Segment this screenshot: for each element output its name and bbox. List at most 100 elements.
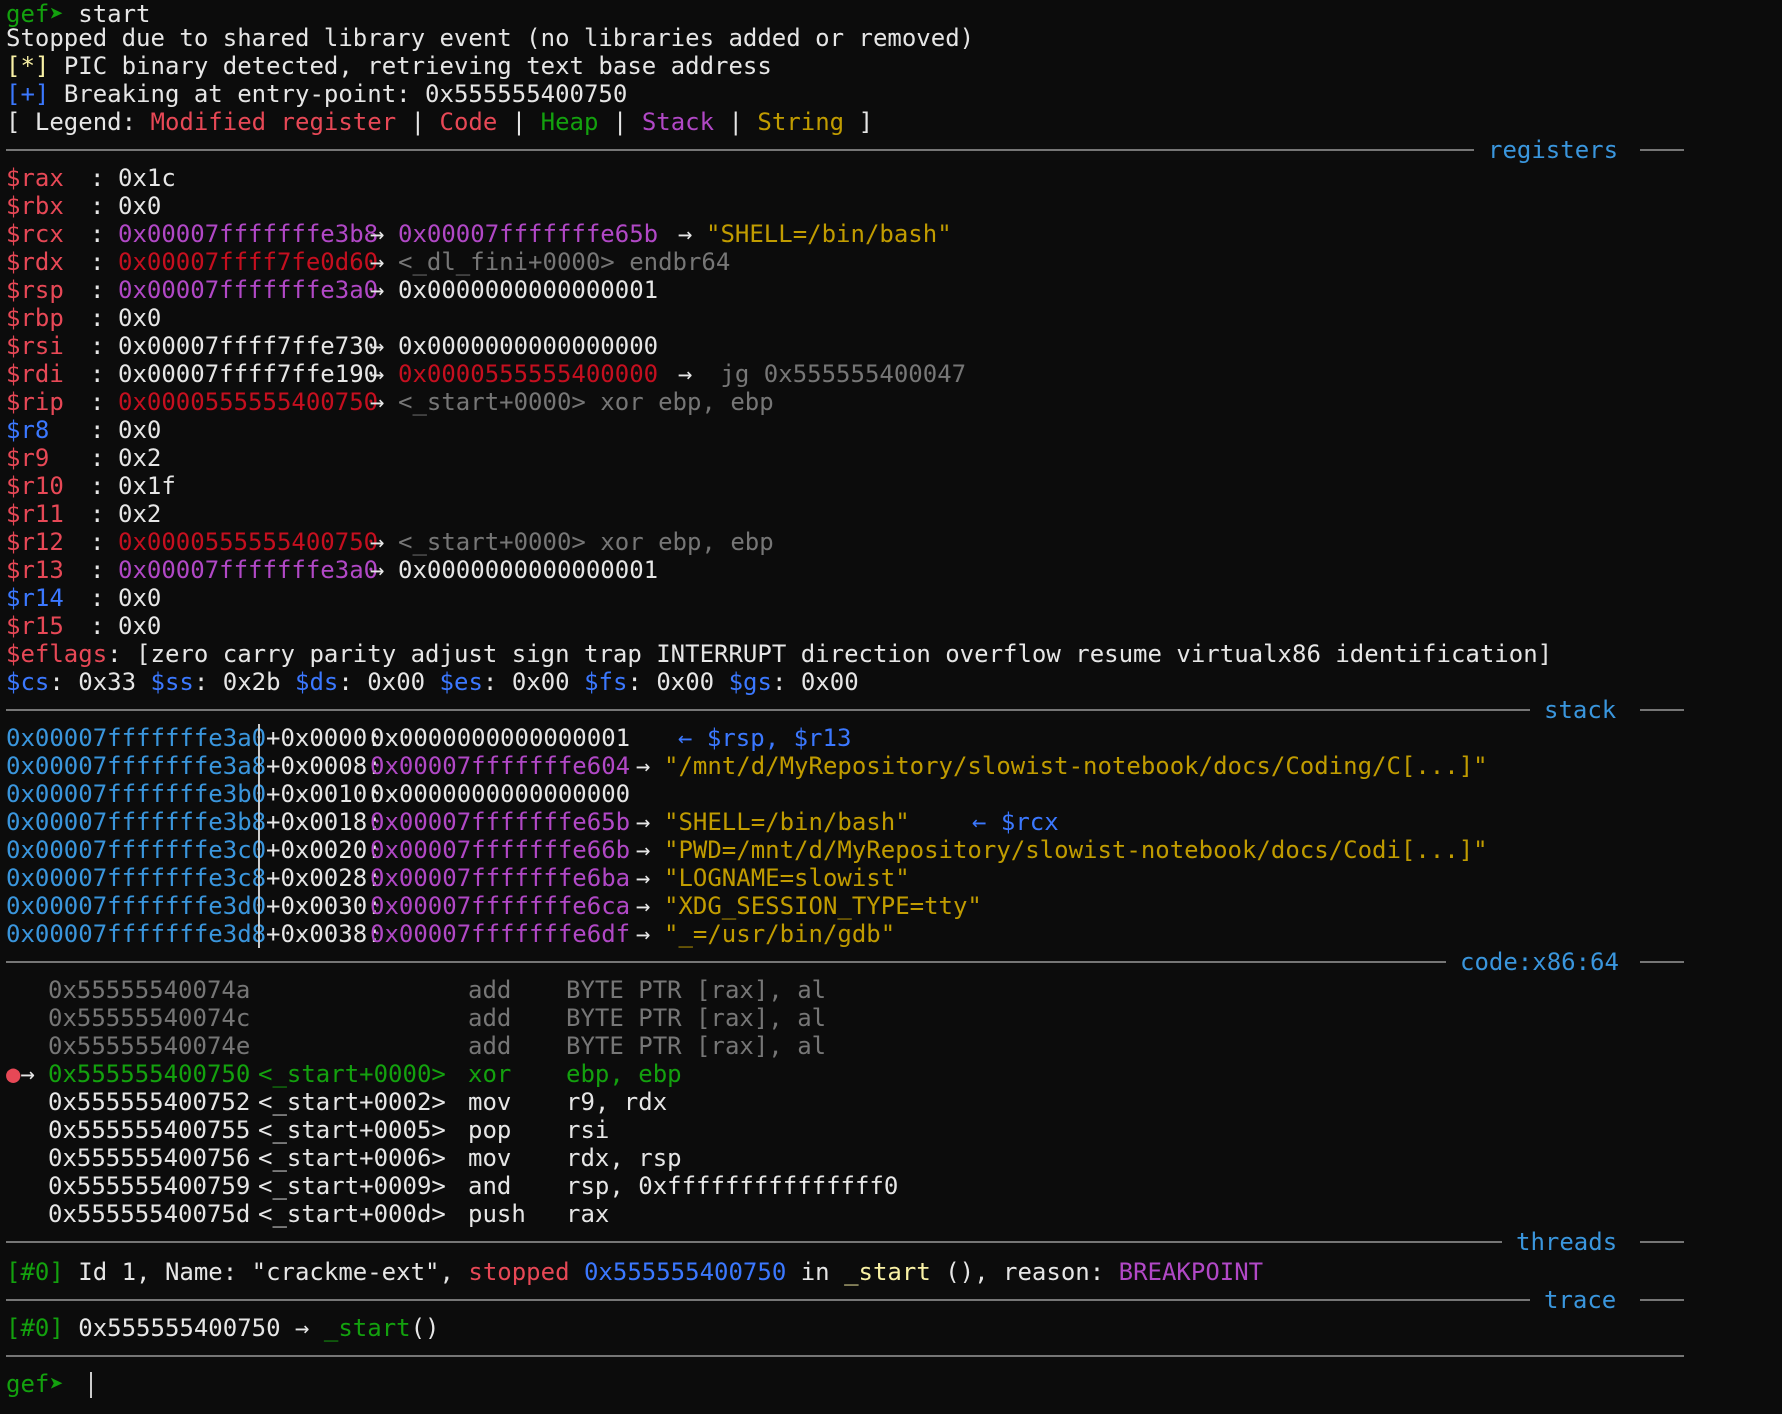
stack-annotation: ← $rsp, $r13	[678, 724, 852, 752]
stack-address: 0x00007fffffffe3b0	[6, 780, 267, 808]
pointer-arrow: →	[636, 892, 651, 920]
stack-offset: +0x0000:	[258, 724, 382, 752]
pointer-arrow: →	[636, 920, 651, 948]
segment-name: $es	[439, 668, 483, 696]
segment-name: $gs	[728, 668, 772, 696]
code-address: 0x55555540074a	[48, 976, 251, 1004]
pointer-arrow: →	[370, 388, 385, 416]
legend-stack: Stack	[641, 108, 715, 136]
code-mnemonic: mov	[468, 1144, 512, 1172]
legend-line: [ Legend: Modified register | Code | Hea…	[6, 108, 873, 136]
stack-offset: +0x0038:	[258, 920, 382, 948]
stack-string: "_=/usr/bin/gdb"	[664, 920, 896, 948]
register-name: $rdi	[6, 360, 64, 388]
stack-section-label: stack	[1544, 696, 1617, 724]
trace-index: [#0]	[6, 1314, 64, 1342]
register-name: $r14	[6, 584, 64, 612]
register-colon: :	[90, 304, 105, 332]
register-colon: :	[90, 220, 105, 248]
stack-address: 0x00007fffffffe3b8	[6, 808, 267, 836]
pointer-arrow: →	[370, 220, 385, 248]
thread-reason-label: (), reason:	[930, 1258, 1119, 1286]
gdb-terminal[interactable]: gef➤ start Stopped due to shared library…	[0, 0, 1782, 1414]
code-mnemonic: and	[468, 1172, 512, 1200]
code-mnemonic: push	[468, 1200, 526, 1228]
segment-colon: :	[771, 668, 801, 696]
thread-row[interactable]: [#0] Id 1, Name: "crackme-ext", stopped …	[6, 1258, 1263, 1286]
register-name: $r9	[6, 444, 50, 472]
pic-info-line: [*] PIC binary detected, retrieving text…	[6, 52, 772, 80]
thread-info: Id 1, Name: "crackme-ext",	[63, 1258, 469, 1286]
stack-address: 0x00007fffffffe3c0	[6, 836, 267, 864]
pointer-arrow: →	[370, 556, 385, 584]
pointer-arrow: →	[370, 528, 385, 556]
segment-value: 0x33	[78, 668, 137, 696]
segment-colon: :	[193, 668, 223, 696]
pointer-arrow: →	[370, 332, 385, 360]
trace-function: _start	[323, 1314, 411, 1342]
legend-separator: |	[598, 108, 642, 136]
code-address: 0x555555400759	[48, 1172, 251, 1200]
register-name: $rsi	[6, 332, 64, 360]
input-line[interactable]: gef➤	[6, 1370, 93, 1398]
trace-row[interactable]: [#0] 0x555555400750 → _start()	[6, 1314, 440, 1342]
code-symbol: <_start+000d>	[258, 1200, 446, 1228]
stack-address: 0x00007fffffffe3a8	[6, 752, 267, 780]
register-name: $r12	[6, 528, 64, 556]
segment-value: 0x2b	[222, 668, 281, 696]
register-value: 0x0	[118, 304, 162, 332]
pointer-target: 0x0000000000000001	[398, 276, 659, 304]
register-value: 0x1f	[118, 472, 176, 500]
code-operands: rsi	[566, 1116, 610, 1144]
pic-info-text: PIC binary detected, retrieving text bas…	[63, 52, 772, 80]
register-colon: :	[90, 276, 105, 304]
breaking-info-text: Breaking at entry-point: 0x555555400750	[63, 80, 628, 108]
stack-value: 0x0000000000000000	[370, 780, 631, 808]
segment-value: 0x00	[656, 668, 715, 696]
instruction-pointer-arrow-icon: →	[20, 1060, 35, 1088]
register-value: 0x0	[118, 416, 162, 444]
trace-call-parens: ()	[410, 1314, 440, 1342]
code-operands: r9, rdx	[566, 1088, 668, 1116]
code-mnemonic: add	[468, 1004, 512, 1032]
code-symbol: <_start+0006>	[258, 1144, 446, 1172]
thread-address: 0x555555400750	[583, 1258, 787, 1286]
code-address: 0x55555540074c	[48, 1004, 251, 1032]
register-colon: :	[90, 164, 105, 192]
stack-string: "XDG_SESSION_TYPE=tty"	[664, 892, 982, 920]
code-address: 0x555555400750	[48, 1060, 251, 1088]
code-operands: rax	[566, 1200, 610, 1228]
segment-name: $ds	[295, 668, 339, 696]
stack-value: 0x00007fffffffe6ba	[370, 864, 631, 892]
register-colon: :	[90, 500, 105, 528]
segment-colon: :	[482, 668, 512, 696]
code-operands: BYTE PTR [rax], al	[566, 1032, 827, 1060]
register-value: 0x00007ffff7fe0d60	[118, 248, 379, 276]
register-colon: :	[90, 556, 105, 584]
registers-separator: registers	[6, 136, 1684, 164]
thread-status: stopped	[468, 1258, 570, 1286]
code-address: 0x555555400755	[48, 1116, 251, 1144]
register-value: 0x1c	[118, 164, 176, 192]
code-mnemonic: xor	[468, 1060, 512, 1088]
register-value: 0x0000555555400750	[118, 388, 379, 416]
register-value: 0x2	[118, 444, 162, 472]
gef-prompt: gef➤	[6, 1370, 64, 1398]
pointer-arrow: →	[678, 220, 693, 248]
register-colon: :	[90, 388, 105, 416]
stack-string: "LOGNAME=slowist"	[664, 864, 910, 892]
code-operands: BYTE PTR [rax], al	[566, 976, 827, 1004]
register-colon: :	[90, 360, 105, 388]
pointer-arrow: →	[636, 808, 651, 836]
pointer-target: 0x0000000000000000	[398, 332, 659, 360]
legend-code: Code	[439, 108, 498, 136]
stack-address: 0x00007fffffffe3c8	[6, 864, 267, 892]
register-colon: :	[90, 444, 105, 472]
info-plus-tag: [+]	[6, 80, 50, 108]
register-value: 0x00007fffffffe3b8	[118, 220, 379, 248]
legend-close: ]	[844, 108, 874, 136]
register-name: $rsp	[6, 276, 64, 304]
code-address: 0x55555540074e	[48, 1032, 251, 1060]
trace-separator: trace	[6, 1286, 1684, 1314]
pointer-target: 0x0000000000000001	[398, 556, 659, 584]
